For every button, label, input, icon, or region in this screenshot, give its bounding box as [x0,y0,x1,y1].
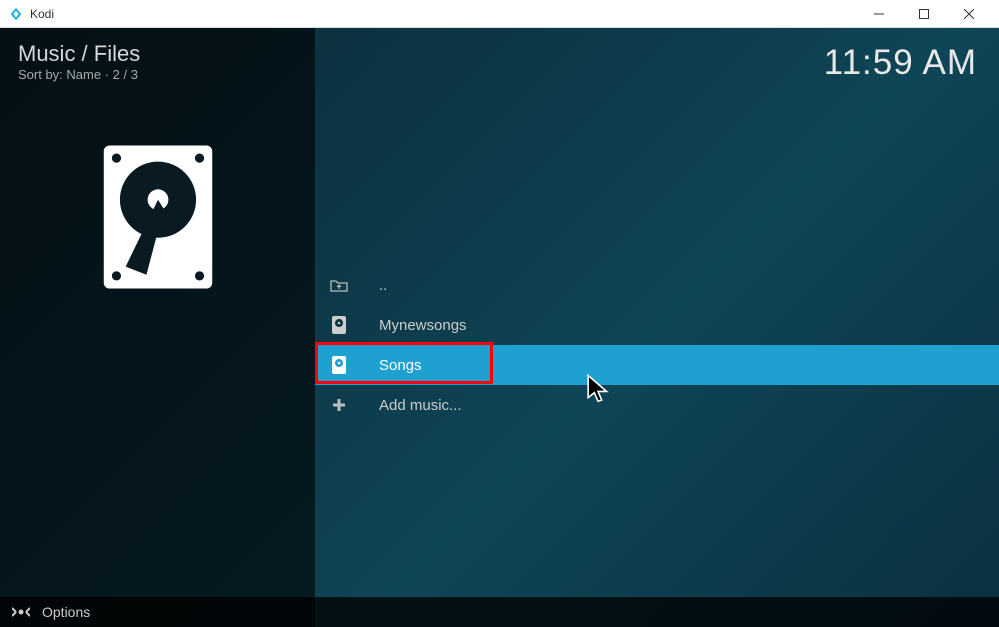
app-content: Music / Files Sort by: Name · 2 / 3 11:5… [0,28,999,627]
clock: 11:59 AM [824,43,977,83]
source-icon [329,314,349,336]
window-title: Kodi [30,7,856,21]
sidebar: Music / Files Sort by: Name · 2 / 3 [0,28,315,627]
kodi-icon [8,6,24,22]
window-controls [856,0,991,28]
folder-up-icon [329,274,349,296]
options-icon[interactable] [12,605,30,619]
close-button[interactable] [946,0,991,28]
source-item-mynewsongs[interactable]: Mynewsongs [315,305,999,345]
source-item-songs[interactable]: Songs [315,345,999,385]
bottom-bar: Options [0,597,999,627]
minimize-button[interactable] [856,0,901,28]
list-item-label: Add music... [379,397,462,414]
list-item-label: Mynewsongs [379,317,467,334]
options-label[interactable]: Options [42,604,90,620]
source-icon [329,354,349,376]
file-list: .. Mynewsongs Songs [315,265,999,425]
maximize-button[interactable] [901,0,946,28]
window-titlebar: Kodi [0,0,999,28]
list-item-label: .. [379,277,387,294]
plus-icon [329,394,349,416]
media-preview-icon [0,142,315,292]
breadcrumb: Music / Files [0,36,315,67]
harddrive-icon [98,142,218,292]
add-music-item[interactable]: Add music... [315,385,999,425]
list-item-label: Songs [379,357,422,374]
sort-info[interactable]: Sort by: Name · 2 / 3 [0,67,315,87]
parent-folder-item[interactable]: .. [315,265,999,305]
